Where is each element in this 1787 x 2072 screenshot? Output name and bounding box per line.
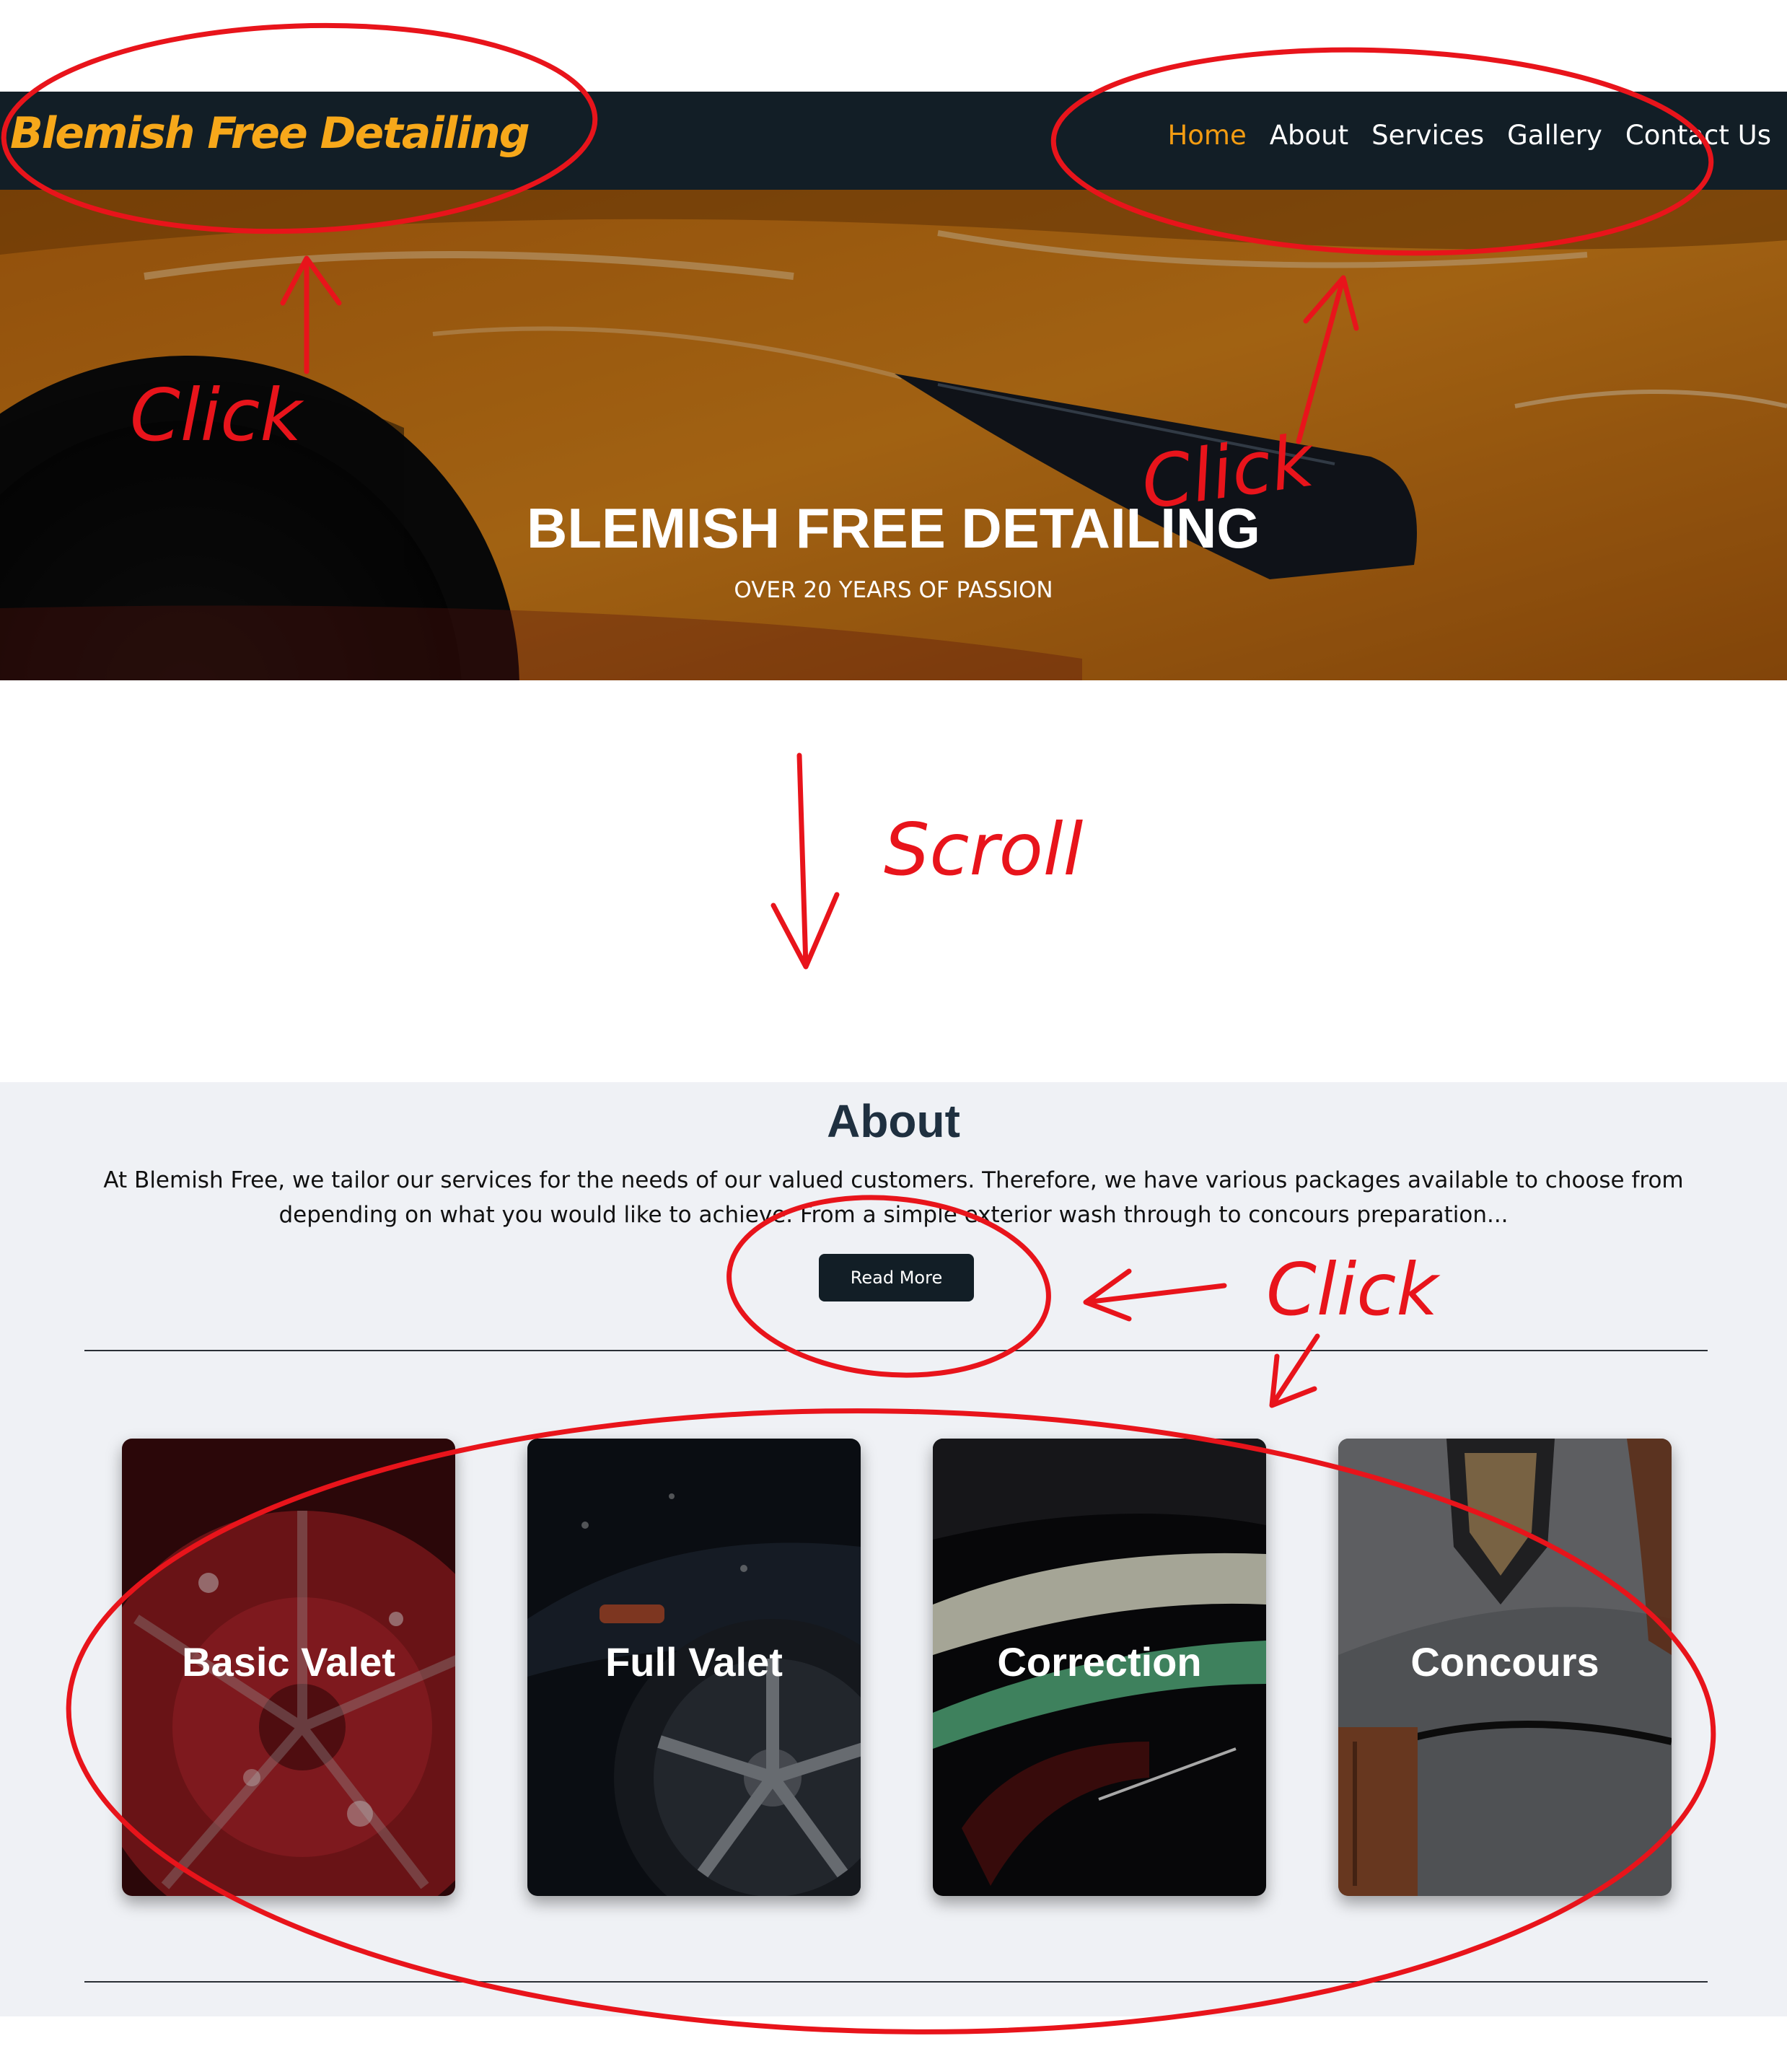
correction-label: Correction <box>997 1639 1202 1685</box>
annotation-scroll-label: Scroll <box>884 807 1084 892</box>
nav-link-contact-us[interactable]: Contact Us <box>1625 122 1771 149</box>
service-card-basic-valet[interactable]: Basic Valet <box>122 1439 455 1896</box>
about-heading: About <box>827 1095 960 1147</box>
hero-title: BLEMISH FREE DETAILING <box>527 496 1260 560</box>
nav-link-home[interactable]: Home <box>1167 122 1246 149</box>
section-divider <box>84 1350 1708 1351</box>
brand-logo[interactable]: Blemish Free Detailing <box>10 112 530 155</box>
nav-link-about[interactable]: About <box>1270 122 1348 149</box>
nav-link-gallery[interactable]: Gallery <box>1507 122 1602 149</box>
hero-car-image <box>0 190 1787 680</box>
hero-banner: BLEMISH FREE DETAILING OVER 20 YEARS OF … <box>0 190 1787 680</box>
hero-subtitle: OVER 20 YEARS OF PASSION <box>734 577 1053 603</box>
service-card-correction[interactable]: Correction <box>933 1439 1266 1896</box>
about-section: About At Blemish Free, we tailor our ser… <box>0 1082 1787 2016</box>
nav-link-services[interactable]: Services <box>1371 122 1484 149</box>
nav-menu: Home About Services Gallery Contact Us <box>1167 122 1771 149</box>
about-text: At Blemish Free, we tailor our services … <box>103 1167 1684 1228</box>
read-more-button[interactable]: Read More <box>819 1254 974 1301</box>
service-card-full-valet[interactable]: Full Valet <box>527 1439 861 1896</box>
service-card-concours[interactable]: Concours <box>1338 1439 1672 1896</box>
section-divider-bottom <box>84 1981 1708 1983</box>
scroll-arrow-icon <box>770 752 840 970</box>
concours-label: Concours <box>1410 1639 1599 1685</box>
full-valet-label: Full Valet <box>605 1639 783 1685</box>
basic-valet-label: Basic Valet <box>182 1639 395 1685</box>
navbar: Blemish Free Detailing Home About Servic… <box>0 92 1787 190</box>
